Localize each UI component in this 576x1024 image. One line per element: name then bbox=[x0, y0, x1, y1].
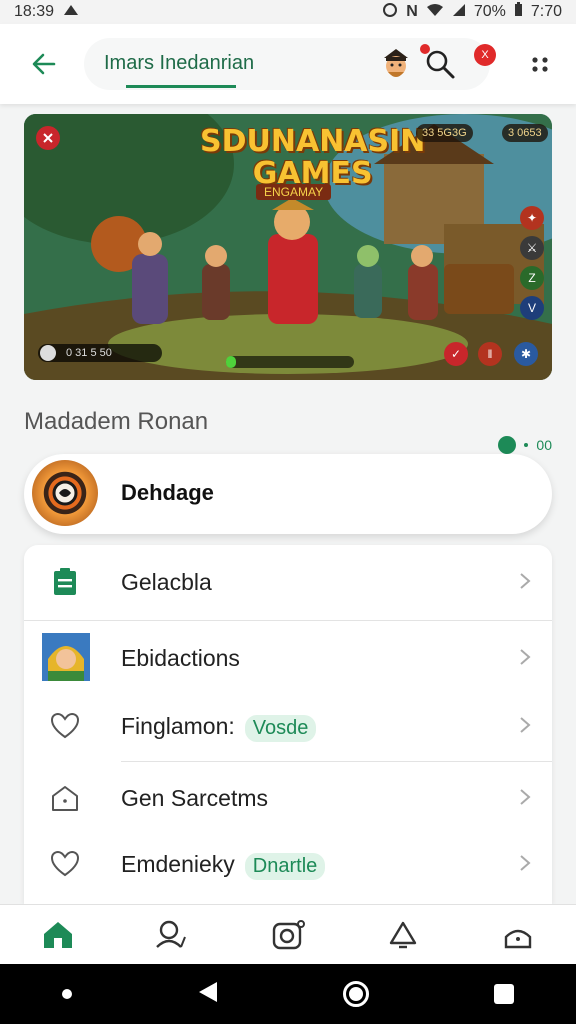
hero-banner[interactable]: SDUNANASIN GAMES ENGAMAY 33 5G3G 3 0653 … bbox=[24, 114, 552, 380]
app-bar: Imars Inedanrian X bbox=[0, 24, 576, 104]
search-icon[interactable] bbox=[424, 48, 456, 80]
refresh-icon bbox=[498, 436, 517, 454]
status-bar: 18:39 N 70% 7:70 bbox=[0, 0, 576, 24]
triangle-back-icon bbox=[198, 981, 217, 1002]
system-nav-bar bbox=[0, 964, 576, 1024]
profile-icon bbox=[505, 929, 532, 948]
home-nav-button[interactable] bbox=[343, 981, 370, 1007]
search-underline bbox=[126, 85, 236, 88]
list-item-label: Emdenieky Dnartle bbox=[121, 851, 326, 880]
chevron-right-icon bbox=[520, 789, 531, 805]
coin-stat: 33 5G3G bbox=[416, 124, 473, 142]
wifi-icon bbox=[426, 3, 444, 22]
chevron-right-icon bbox=[520, 717, 531, 733]
nav-profile[interactable] bbox=[498, 915, 538, 955]
gem-stat: 3 0653 bbox=[502, 124, 548, 142]
heart-icon bbox=[48, 709, 82, 743]
search-people-icon bbox=[155, 920, 186, 948]
back-nav-button[interactable] bbox=[197, 980, 219, 1009]
notification-icon bbox=[389, 921, 417, 948]
map-icon[interactable]: ✱ bbox=[514, 342, 538, 366]
player-stats: 0 31 5 50 bbox=[66, 347, 112, 359]
more-options-button[interactable] bbox=[528, 52, 552, 76]
sync-icon bbox=[382, 2, 398, 23]
section-meta[interactable]: 00 bbox=[498, 436, 552, 454]
home-circle-icon bbox=[349, 987, 364, 1001]
separator-dot bbox=[524, 443, 529, 447]
bottom-nav bbox=[0, 904, 576, 964]
check-icon[interactable]: ✓ bbox=[444, 342, 468, 366]
featured-card[interactable]: Dehdage bbox=[24, 454, 552, 534]
player-icon bbox=[40, 345, 56, 361]
list-item[interactable]: Gen Sarcetms bbox=[24, 761, 552, 833]
promo-badge[interactable]: X bbox=[474, 44, 496, 66]
chevron-right-icon bbox=[520, 855, 531, 871]
status-badge: Vosde bbox=[244, 715, 317, 742]
list-item-text: Finglamon: bbox=[121, 713, 235, 739]
nav-camera[interactable] bbox=[268, 915, 308, 955]
chevron-right-icon bbox=[520, 573, 531, 589]
search-query-text: Imars Inedanrian bbox=[104, 52, 255, 74]
chevron-right-icon bbox=[520, 649, 531, 665]
back-button[interactable] bbox=[24, 44, 64, 84]
status-clock-right: 7:70 bbox=[530, 3, 562, 20]
list-item-label: Gelacbla bbox=[121, 569, 212, 595]
list-item[interactable]: Emdenieky Dnartle bbox=[24, 827, 552, 899]
nav-notifications[interactable] bbox=[383, 915, 423, 955]
status-time: 18:39 bbox=[14, 3, 55, 20]
section-title: Madadem Ronan bbox=[24, 408, 209, 435]
level-icon[interactable]: Z bbox=[520, 266, 544, 290]
nfc-icon: N bbox=[406, 3, 418, 20]
player-status: 0 31 5 50 bbox=[38, 344, 162, 362]
list-item-label: Gen Sarcetms bbox=[121, 785, 268, 811]
progress-fill bbox=[226, 356, 237, 368]
search-bar[interactable]: Imars Inedanrian X bbox=[84, 38, 496, 90]
game-title-line1: SDUNANASIN bbox=[200, 124, 426, 159]
close-icon[interactable] bbox=[36, 126, 60, 150]
menu-list: Gelacbla Ebidactions Finglamon: Vosde Gen… bbox=[24, 545, 552, 904]
house-icon bbox=[48, 781, 82, 815]
home-icon bbox=[43, 921, 72, 948]
pause-icon[interactable]: ǁ bbox=[478, 342, 502, 366]
game-title: SDUNANASIN GAMES bbox=[200, 126, 425, 190]
arrow-left-icon bbox=[32, 53, 56, 75]
battery-icon bbox=[514, 2, 523, 22]
menu-dot-button[interactable] bbox=[62, 989, 73, 999]
grid-dots-icon bbox=[532, 57, 548, 72]
recents-nav-button[interactable] bbox=[493, 984, 514, 1004]
progress-bar bbox=[226, 356, 354, 368]
list-item[interactable]: Finglamon: Vosde bbox=[24, 689, 552, 761]
featured-label: Dehdage bbox=[121, 480, 214, 505]
list-item[interactable]: Gelacbla bbox=[24, 545, 552, 617]
brand-logo-icon bbox=[32, 460, 98, 526]
shield-icon[interactable]: V bbox=[520, 296, 544, 320]
swords-icon[interactable]: ⚔ bbox=[520, 236, 544, 260]
heart-icon bbox=[48, 847, 82, 881]
avatar-icon bbox=[42, 633, 90, 681]
signal-icon bbox=[452, 3, 466, 22]
list-item-label: Finglamon: Vosde bbox=[121, 713, 317, 742]
fire-icon[interactable]: ✦ bbox=[520, 206, 544, 230]
clipboard-icon bbox=[48, 565, 82, 599]
nav-search-people[interactable] bbox=[153, 915, 193, 955]
status-badge: Dnartle bbox=[244, 853, 326, 880]
nav-home[interactable] bbox=[38, 915, 78, 955]
camera-icon bbox=[272, 919, 305, 949]
list-item-label: Ebidactions bbox=[121, 645, 240, 671]
game-subtitle: ENGAMAY bbox=[256, 184, 332, 200]
pirate-avatar-icon[interactable] bbox=[378, 46, 414, 82]
list-item-text: Emdenieky bbox=[121, 851, 235, 877]
notification-status-icon bbox=[62, 3, 80, 22]
battery-percent: 70% bbox=[473, 3, 506, 20]
list-item[interactable]: Ebidactions bbox=[24, 621, 552, 693]
section-meta-label: 00 bbox=[536, 437, 552, 453]
